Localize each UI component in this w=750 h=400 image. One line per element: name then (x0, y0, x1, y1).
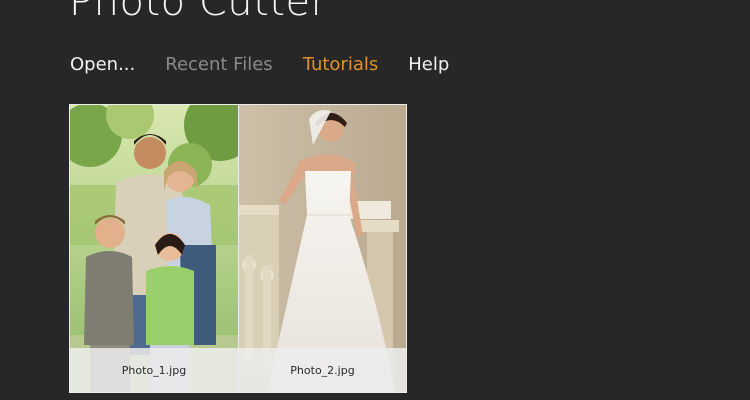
photo-filename: Photo_1.jpg (121, 363, 187, 377)
photo-cutter-app: Photo Cutter Open... Recent Files Tutori… (0, 0, 750, 400)
nav-recent-files[interactable]: Recent Files (165, 53, 272, 77)
nav-tutorials[interactable]: Tutorials (303, 53, 379, 77)
main-nav: Open... Recent Files Tutorials Help (70, 52, 479, 78)
nav-help[interactable]: Help (408, 53, 449, 77)
photo-tile-1[interactable]: Photo_1.jpg (70, 105, 238, 392)
nav-open[interactable]: Open... (70, 53, 135, 77)
photo-caption: Photo_1.jpg (70, 348, 238, 392)
app-title: Photo Cutter (69, 0, 328, 25)
photo-caption: Photo_2.jpg (239, 348, 406, 392)
photo-gallery: Photo_1.jpg Photo_2.jpg (69, 104, 407, 393)
photo-filename: Photo_2.jpg (290, 363, 355, 377)
photo-tile-2[interactable]: Photo_2.jpg (238, 105, 406, 392)
